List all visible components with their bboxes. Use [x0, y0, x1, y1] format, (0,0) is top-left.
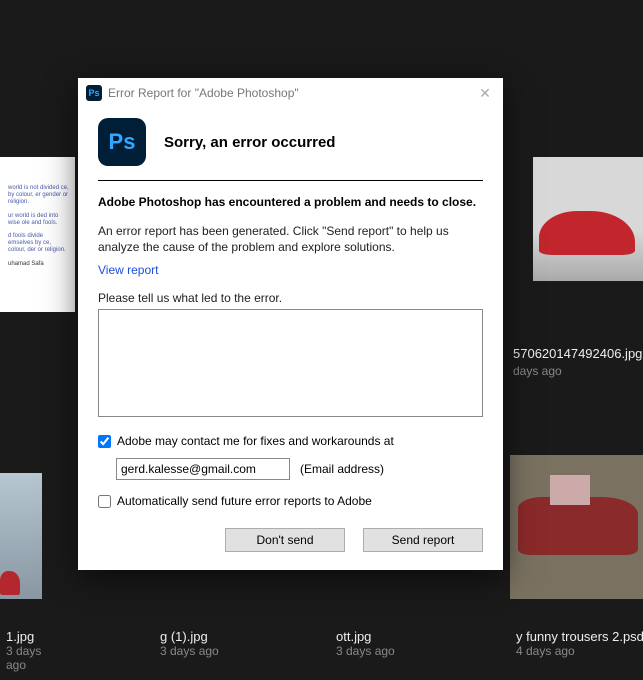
file-age: 3 days ago: [336, 644, 450, 658]
error-details-textarea[interactable]: [98, 309, 483, 417]
contact-label: Adobe may contact me for fixes and worka…: [117, 434, 394, 448]
file-age: 3 days ago: [6, 644, 60, 672]
file-name: y funny trousers 2.psd: [516, 629, 643, 644]
file-name: g (1).jpg: [160, 629, 274, 644]
dialog-heading: Sorry, an error occurred: [164, 134, 335, 151]
contact-checkbox[interactable]: [98, 435, 111, 448]
photoshop-icon: Ps: [98, 118, 146, 166]
file-age: 3 days ago: [160, 644, 274, 658]
dialog-title: Error Report for "Adobe Photoshop": [108, 86, 469, 100]
file-labels-row: 1.jpg 3 days ago g (1).jpg 3 days ago ot…: [0, 625, 643, 672]
textarea-prompt: Please tell us what led to the error.: [98, 291, 483, 305]
email-field[interactable]: [116, 458, 290, 480]
thumbnail-city[interactable]: [0, 473, 42, 599]
file-age: days ago: [513, 364, 562, 378]
autosend-checkbox[interactable]: [98, 495, 111, 508]
error-description: An error report has been generated. Clic…: [98, 223, 483, 255]
titlebar: Ps Error Report for "Adobe Photoshop" ✕: [78, 78, 503, 108]
close-button[interactable]: ✕: [475, 85, 495, 102]
file-age: 4 days ago: [516, 644, 643, 658]
dont-send-button[interactable]: Don't send: [225, 528, 345, 552]
send-report-button[interactable]: Send report: [363, 528, 483, 552]
photoshop-icon: Ps: [86, 85, 102, 101]
file-name: 1.jpg: [6, 629, 60, 644]
thumbnail-quote[interactable]: world is not divided ce, by colour, er g…: [0, 157, 75, 312]
view-report-link[interactable]: View report: [98, 263, 158, 277]
thumbnail-vintage[interactable]: [510, 455, 643, 599]
file-name: 570620147492406.jpg: [513, 346, 642, 361]
thumbnail-redcar[interactable]: [533, 157, 643, 281]
divider: [98, 180, 483, 181]
error-report-dialog: Ps Error Report for "Adobe Photoshop" ✕ …: [78, 78, 503, 570]
email-hint: (Email address): [300, 462, 384, 476]
error-summary: Adobe Photoshop has encountered a proble…: [98, 195, 483, 209]
autosend-label: Automatically send future error reports …: [117, 494, 372, 508]
file-name: ott.jpg: [336, 629, 450, 644]
